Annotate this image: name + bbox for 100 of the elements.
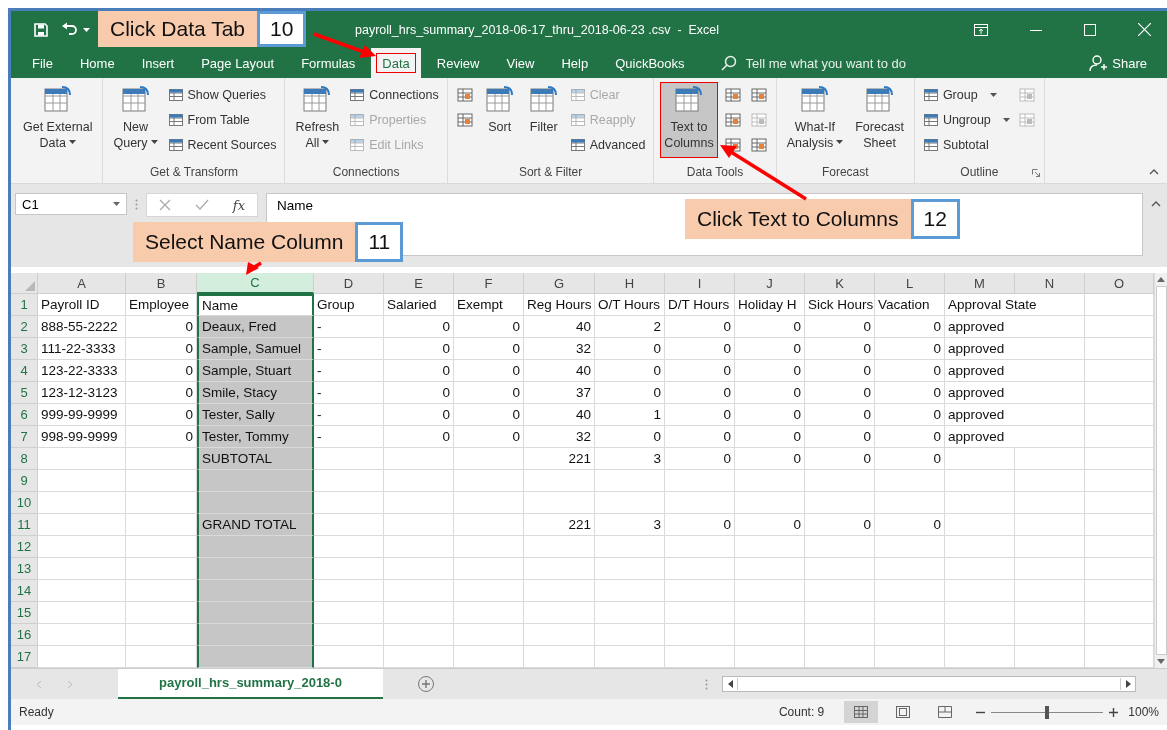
ribbon-tab[interactable]: Review — [425, 48, 491, 78]
row-header[interactable]: 4 — [11, 360, 38, 382]
column-header[interactable]: B — [126, 273, 197, 294]
table-tool-icon[interactable] — [455, 86, 474, 104]
ribbon-button[interactable]: Group — [920, 84, 1012, 106]
row-header[interactable]: 1 — [11, 294, 38, 316]
row-header[interactable]: 16 — [11, 624, 38, 646]
sheet-tab[interactable]: payroll_hrs_summary_2018-0 — [118, 668, 383, 699]
add-sheet-icon[interactable] — [417, 675, 435, 693]
row-header[interactable]: 11 — [11, 514, 38, 536]
ribbon-tab[interactable]: File — [21, 48, 64, 78]
column-header[interactable]: J — [735, 273, 805, 294]
column-header[interactable]: G — [524, 273, 595, 294]
table-cell — [735, 536, 805, 558]
zoom-in-icon[interactable] — [1109, 707, 1119, 717]
ribbon-button[interactable]: Filter — [523, 82, 564, 158]
ribbon-button[interactable]: Text to Columns — [660, 82, 718, 158]
dialog-launcher-icon[interactable] — [1031, 169, 1040, 177]
cancel-icon[interactable] — [158, 199, 171, 211]
table-tool-icon[interactable] — [749, 136, 768, 154]
table-tool-icon[interactable] — [723, 86, 742, 104]
row-header[interactable]: 13 — [11, 558, 38, 580]
column-header[interactable]: A — [38, 273, 126, 294]
row-header[interactable]: 8 — [11, 448, 38, 470]
column-header[interactable]: H — [595, 273, 665, 294]
ribbon-tab[interactable]: View — [495, 48, 546, 78]
share-button[interactable]: Share — [1083, 48, 1153, 78]
ribbon-button[interactable]: Recent Sources — [165, 134, 279, 156]
ribbon-tab[interactable]: Insert — [130, 48, 186, 78]
column-header[interactable]: D — [314, 273, 384, 294]
scroll-down-icon[interactable] — [1157, 659, 1165, 664]
enter-icon[interactable] — [194, 199, 209, 211]
tell-me-field[interactable]: Tell me what you want to do — [743, 54, 968, 72]
undo-icon[interactable] — [61, 21, 79, 38]
ribbon-button[interactable]: What-If Analysis — [782, 82, 848, 158]
row-header[interactable]: 12 — [11, 536, 38, 558]
ribbon-button[interactable]: Forecast Sheet — [851, 82, 908, 158]
table-cell — [665, 470, 735, 492]
close-icon[interactable] — [1138, 23, 1151, 36]
row-header[interactable]: 6 — [11, 404, 38, 426]
ribbon-button[interactable]: Refresh All — [291, 82, 344, 158]
row-header[interactable]: 7 — [11, 426, 38, 448]
row-header[interactable]: 15 — [11, 602, 38, 624]
table-cell: 0 — [735, 404, 805, 426]
ribbon-tab[interactable]: Home — [68, 48, 126, 78]
collapse-ribbon-icon[interactable] — [1149, 169, 1159, 175]
normal-view-button[interactable] — [844, 701, 879, 723]
ribbon-display-icon[interactable] — [974, 23, 988, 36]
column-header[interactable]: O — [1085, 273, 1154, 294]
table-tool-icon[interactable] — [455, 111, 474, 129]
insert-function-button[interactable]: fx — [232, 197, 245, 213]
zoom-slider-thumb[interactable] — [1045, 705, 1050, 719]
row-header[interactable]: 10 — [11, 492, 38, 514]
ribbon-button[interactable]: Show Queries — [165, 84, 279, 106]
ribbon-button[interactable]: From Table — [165, 109, 279, 131]
ribbon-tab[interactable]: Page Layout — [190, 48, 286, 78]
column-header[interactable]: L — [875, 273, 945, 294]
table-cell — [945, 492, 1015, 514]
row-header[interactable]: 14 — [11, 580, 38, 602]
ribbon-button[interactable]: Connections — [347, 84, 441, 106]
column-header[interactable]: M — [945, 273, 1015, 294]
ribbon-button[interactable]: Subtotal — [920, 134, 1012, 156]
table-tool-icon[interactable] — [723, 111, 742, 129]
grip-icon[interactable] — [705, 678, 708, 690]
ribbon-tab[interactable]: QuickBooks — [604, 48, 696, 78]
horizontal-scrollbar[interactable] — [722, 676, 1136, 692]
row-header[interactable]: 2 — [11, 316, 38, 338]
table-cell — [1015, 514, 1085, 536]
ribbon-button[interactable]: Sort — [479, 82, 520, 158]
scroll-left-icon[interactable] — [727, 680, 733, 688]
ribbon-tab[interactable]: Help — [550, 48, 600, 78]
scroll-up-icon[interactable] — [1157, 277, 1165, 282]
table-cell: 0 — [384, 426, 454, 448]
table-cell — [1015, 558, 1085, 580]
column-header[interactable]: I — [665, 273, 735, 294]
column-header[interactable]: K — [805, 273, 875, 294]
name-box[interactable]: C1 — [15, 193, 127, 215]
scroll-thumb[interactable] — [737, 678, 1121, 690]
ribbon-button[interactable]: Advanced — [567, 134, 648, 156]
scroll-right-icon[interactable] — [1125, 680, 1131, 688]
zoom-level[interactable]: 100% — [1128, 705, 1159, 719]
ribbon-tab[interactable]: Formulas — [290, 48, 367, 78]
ribbon-tab[interactable]: Data — [371, 48, 421, 78]
column-header[interactable]: E — [384, 273, 454, 294]
row-header[interactable]: 5 — [11, 382, 38, 404]
search-icon[interactable] — [720, 55, 737, 71]
column-header[interactable]: N — [1015, 273, 1085, 294]
ribbon-button[interactable]: New Query — [109, 82, 162, 158]
column-header[interactable]: C — [197, 273, 314, 294]
ribbon-button[interactable]: Get External Data — [19, 82, 97, 158]
column-header[interactable]: F — [454, 273, 524, 294]
table-tool-icon[interactable] — [749, 86, 768, 104]
maximize-icon[interactable] — [1084, 23, 1096, 36]
ribbon-button[interactable]: Ungroup — [920, 109, 1012, 131]
row-header[interactable]: 3 — [11, 338, 38, 360]
save-icon[interactable] — [33, 21, 49, 38]
row-header[interactable]: 9 — [11, 470, 38, 492]
collapse-formula-icon[interactable] — [1151, 201, 1161, 207]
row-header[interactable]: 17 — [11, 646, 38, 668]
caret-icon[interactable] — [83, 27, 90, 32]
